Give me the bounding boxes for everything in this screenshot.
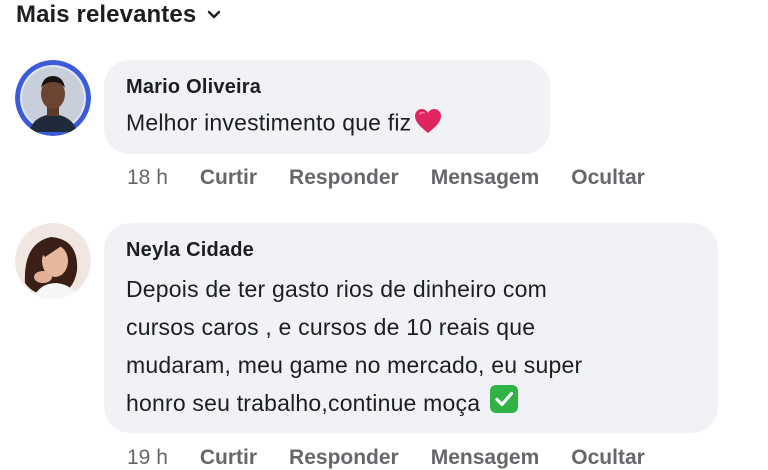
like-button[interactable]: Curtir [200,166,257,190]
comment-text-line: mudaram, meu game no mercado, eu super [126,352,583,378]
avatar[interactable] [15,223,91,299]
red-heart-icon [413,107,443,142]
reply-button[interactable]: Responder [289,166,399,190]
comment-actions: 19 h Curtir Responder Mensagem Ocultar [127,446,645,470]
message-button[interactable]: Mensagem [431,446,540,470]
sort-label: Mais relevantes [16,1,197,28]
comment-timestamp[interactable]: 18 h [127,166,168,190]
hide-button[interactable]: Ocultar [571,166,645,190]
comment-author[interactable]: Neyla Cidade [126,239,696,262]
comment-bubble: Mario Oliveira Melhor investimento que f… [104,60,550,154]
comment-text-line: cursos caros , e cursos de 10 reais que [126,314,536,340]
hide-button[interactable]: Ocultar [571,446,645,470]
avatar[interactable] [15,60,91,136]
comment-text-line: Melhor investimento que fiz [126,109,412,136]
comment-text: Melhor investimento que fiz [126,107,528,142]
comment-text: Depois de ter gasto rios de dinheiro com… [126,270,696,425]
comment-author[interactable]: Mario Oliveira [126,76,528,99]
sort-dropdown[interactable]: Mais relevantes [16,0,222,30]
comment-bubble: Neyla Cidade Depois de ter gasto rios de… [104,223,718,433]
comment-text-line: Depois de ter gasto rios de dinheiro com [126,276,547,302]
green-check-icon [489,384,519,425]
like-button[interactable]: Curtir [200,446,257,470]
comment-actions: 18 h Curtir Responder Mensagem Ocultar [127,166,645,190]
chevron-down-icon [206,7,222,23]
reply-button[interactable]: Responder [289,446,399,470]
comment-text-line: honro seu trabalho,continue moça [126,390,481,416]
comment-timestamp[interactable]: 19 h [127,446,168,470]
comment-text-line-last: honro seu trabalho,continue moça [126,384,696,425]
message-button[interactable]: Mensagem [431,166,540,190]
